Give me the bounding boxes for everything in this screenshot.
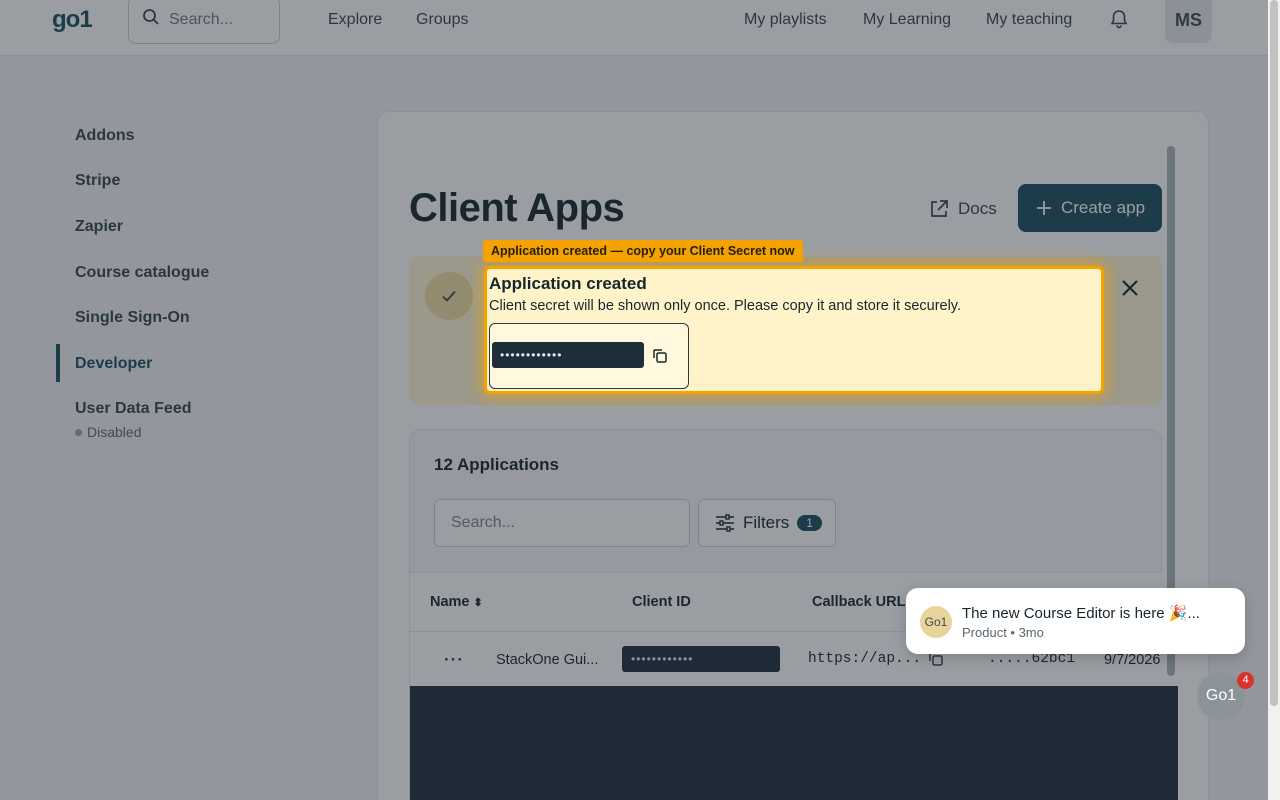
row-app-name[interactable]: StackOne Gui...	[496, 652, 598, 668]
sidebar-item-single-sign-on[interactable]: Single Sign-On	[75, 309, 190, 327]
applications-count: 12 Applications	[434, 455, 560, 474]
copy-secret-icon[interactable]	[651, 347, 669, 365]
user-data-feed-status: Disabled	[75, 424, 141, 440]
client-secret-field[interactable]: ••••••••••••	[492, 342, 644, 368]
toast-meta: Product • 3mo	[962, 625, 1044, 640]
nav-my-playlists[interactable]: My playlists	[744, 11, 827, 29]
create-app-label: Create app	[1060, 198, 1146, 217]
row-callback-url: https://ap...	[808, 651, 922, 667]
page-scrollbar-thumb[interactable]	[1270, 0, 1278, 706]
callout-label: Application created — copy your Client S…	[483, 240, 803, 262]
applications-search-placeholder: Search...	[451, 514, 516, 531]
external-link-icon	[931, 200, 948, 217]
sidebar-item-developer[interactable]: Developer	[75, 355, 152, 373]
filters-button[interactable]: Filters 1	[698, 499, 836, 547]
dark-panel	[410, 686, 1178, 800]
sort-icon[interactable]: ⬍	[474, 597, 483, 609]
applications-search-input[interactable]: Search...	[434, 499, 690, 547]
sidebar-item-zapier[interactable]: Zapier	[75, 218, 123, 236]
docs-label: Docs	[958, 199, 997, 218]
sidebar-item-stripe[interactable]: Stripe	[75, 172, 120, 190]
top-nav: go1 Search... Explore Groups My playlist…	[0, 0, 1280, 56]
user-avatar[interactable]: MS	[1165, 0, 1212, 43]
sidebar-item-user-data-feed[interactable]: User Data Feed	[75, 400, 192, 418]
banner-title: Application created	[489, 274, 647, 293]
chat-unread-badge: 4	[1237, 672, 1254, 689]
nav-explore[interactable]: Explore	[328, 11, 382, 29]
plus-icon	[1036, 201, 1051, 215]
create-app-button[interactable]: Create app	[1018, 184, 1162, 232]
sidebar-item-addons[interactable]: Addons	[75, 127, 135, 145]
filters-label: Filters	[743, 513, 790, 532]
column-header-name[interactable]: Name ⬍	[430, 594, 483, 610]
row-client-id: ••••••••••••	[622, 646, 780, 672]
sidebar-item-course-catalogue[interactable]: Course catalogue	[75, 264, 209, 282]
page-title: Client Apps	[409, 186, 625, 230]
filters-count-badge: 1	[797, 515, 822, 531]
toast-avatar: Go1	[920, 606, 952, 638]
check-icon	[442, 290, 456, 302]
nav-groups[interactable]: Groups	[416, 11, 468, 29]
search-icon	[143, 9, 159, 25]
banner-message: Client secret will be shown only once. P…	[489, 298, 962, 314]
status-dot-icon	[75, 428, 82, 436]
docs-button[interactable]: Docs	[928, 194, 997, 224]
nav-my-teaching[interactable]: My teaching	[986, 11, 1072, 29]
row-actions-button[interactable]: ···	[444, 650, 464, 670]
row-date: 9/7/2026	[1104, 652, 1161, 668]
column-header-callback-url: Callback URL	[812, 594, 906, 610]
bell-icon[interactable]	[1108, 8, 1130, 30]
search-placeholder: Search...	[169, 11, 234, 28]
success-check	[425, 272, 473, 320]
sidebar-active-indicator	[56, 344, 60, 382]
go1-logo[interactable]: go1	[52, 6, 93, 34]
sliders-icon	[716, 514, 734, 532]
column-header-client-id: Client ID	[632, 594, 691, 610]
close-icon[interactable]	[1120, 278, 1140, 298]
nav-my-learning[interactable]: My Learning	[863, 11, 951, 29]
global-search-input[interactable]: Search...	[128, 0, 280, 44]
toast-title[interactable]: The new Course Editor is here 🎉...	[962, 604, 1200, 622]
